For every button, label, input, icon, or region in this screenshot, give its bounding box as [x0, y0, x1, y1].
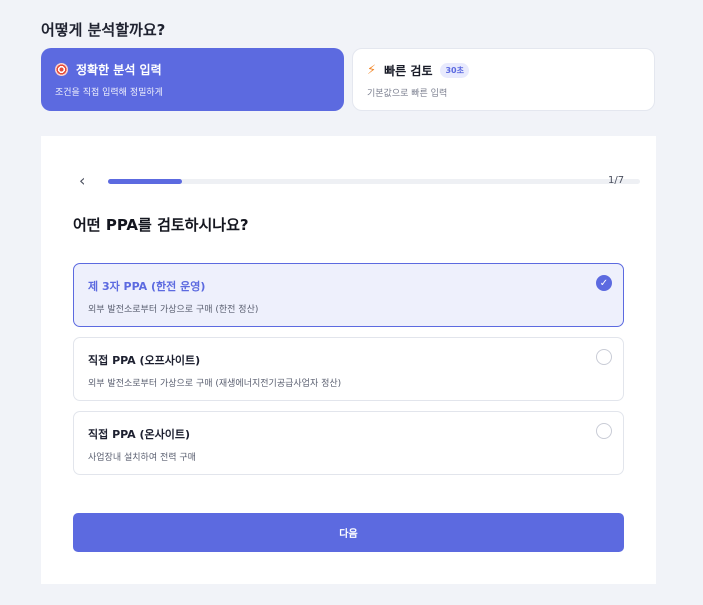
option-direct-ppa-onsite[interactable]: 직접 PPA (온사이트) 사업장내 설치하여 전력 구매 — [73, 411, 624, 475]
time-badge: 30초 — [440, 63, 469, 78]
step-counter: 1/7 — [608, 175, 625, 186]
mode-precise-title: 정확한 분석 입력 — [76, 63, 162, 77]
mode-precise-subtitle: 조건을 직접 입력해 정밀하게 — [55, 88, 163, 98]
radio-circle-icon[interactable] — [596, 423, 612, 439]
option-description: 사업장내 설치하여 전력 구매 — [88, 453, 196, 463]
option-title: 제 3자 PPA (한전 운영) — [88, 280, 206, 293]
checkmark-icon[interactable]: ✓ — [596, 275, 612, 291]
wizard-panel: ‹ 1/7 어떤 PPA를 검토하시나요? 제 3자 PPA (한전 운영) 외… — [41, 136, 656, 584]
mode-quick-title: 빠른 검토 — [384, 64, 433, 78]
lightning-icon: ⚡ — [367, 63, 377, 78]
question-title: 어떤 PPA를 검토하시나요? — [73, 216, 249, 234]
mode-quick-subtitle: 기본값으로 빠른 입력 — [367, 89, 448, 99]
option-title: 직접 PPA (온사이트) — [88, 428, 191, 441]
progress-bar — [108, 179, 640, 184]
option-third-party-ppa[interactable]: 제 3자 PPA (한전 운영) 외부 발전소로부터 가상으로 구매 (한전 정… — [73, 263, 624, 327]
option-description: 외부 발전소로부터 가상으로 구매 (한전 정산) — [88, 305, 259, 315]
mode-quick-card[interactable]: ⚡ 빠른 검토 30초 기본값으로 빠른 입력 — [352, 48, 655, 111]
progress-fill — [108, 179, 183, 184]
page-heading: 어떻게 분석할까요? — [41, 21, 166, 39]
next-button[interactable]: 다음 — [73, 513, 624, 552]
target-icon — [55, 63, 68, 76]
option-direct-ppa-offsite[interactable]: 직접 PPA (오프사이트) 외부 발전소로부터 가상으로 구매 (재생에너지전… — [73, 337, 624, 401]
option-description: 외부 발전소로부터 가상으로 구매 (재생에너지전기공급사업자 정산) — [88, 379, 342, 389]
mode-precise-card[interactable]: 정확한 분석 입력 조건을 직접 입력해 정밀하게 — [41, 48, 344, 111]
back-chevron-icon[interactable]: ‹ — [79, 172, 93, 190]
radio-circle-icon[interactable] — [596, 349, 612, 365]
option-title: 직접 PPA (오프사이트) — [88, 354, 201, 367]
